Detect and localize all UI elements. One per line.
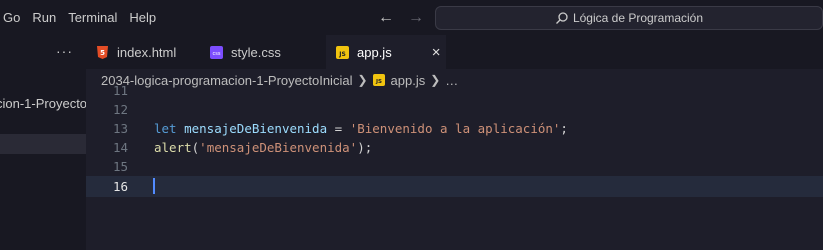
- explorer-folder-item[interactable]: cion-1-Proyectolnicial: [0, 93, 86, 115]
- line-number: 11: [112, 83, 128, 98]
- code-line: 15: [86, 157, 823, 176]
- search-icon: [555, 11, 569, 25]
- tab-label: index.html: [117, 44, 177, 60]
- svg-text:5: 5: [100, 49, 105, 57]
- tab-app-js[interactable]: JS app.js ×: [326, 35, 446, 69]
- explorer-sidebar: ··· cion-1-Proyectolnicial: [0, 35, 86, 250]
- line-number: 13: [112, 121, 128, 136]
- line-number: 14: [112, 140, 128, 155]
- css-file-icon: css: [210, 45, 223, 59]
- editor-tabs: 5 index.html css style.css JS app.js ×: [86, 35, 823, 69]
- explorer-folder-label: cion-1-Proyectolnicial: [0, 96, 86, 111]
- code-line: 11: [86, 81, 823, 100]
- more-actions-icon[interactable]: ···: [56, 43, 73, 59]
- code-text: let mensajeDeBienvenida = 'Bienvenido a …: [154, 121, 568, 136]
- navigation-arrows: ← →: [378, 0, 424, 35]
- title-bar: Go Run Terminal Help ← → Lógica de Progr…: [0, 0, 823, 35]
- js-file-icon: JS: [336, 45, 349, 59]
- back-arrow-icon[interactable]: ←: [378, 9, 394, 27]
- text-cursor: [153, 178, 155, 194]
- code-text: alert('mensajeDeBienvenida');: [154, 140, 373, 155]
- menu-terminal[interactable]: Terminal: [62, 0, 123, 35]
- svg-text:JS: JS: [338, 51, 346, 58]
- menu-help[interactable]: Help: [123, 0, 162, 35]
- line-number: 16: [112, 179, 128, 194]
- line-number: 12: [112, 102, 128, 117]
- tab-label: style.css: [231, 44, 281, 60]
- menu-run[interactable]: Run: [26, 0, 62, 35]
- tab-style-css[interactable]: css style.css: [200, 35, 326, 69]
- command-center-search[interactable]: Lógica de Programación: [435, 6, 823, 30]
- search-label: Lógica de Programación: [572, 11, 704, 25]
- menu-go[interactable]: Go: [0, 0, 26, 35]
- svg-text:css: css: [213, 51, 221, 57]
- code-line: 12: [86, 100, 823, 119]
- forward-arrow-icon[interactable]: →: [408, 9, 424, 27]
- code-line: 13 let mensajeDeBienvenida = 'Bienvenido…: [86, 119, 823, 138]
- explorer-selected-row[interactable]: [0, 134, 86, 154]
- close-icon[interactable]: ×: [432, 44, 441, 61]
- html-file-icon: 5: [96, 45, 109, 59]
- tab-index-html[interactable]: 5 index.html: [86, 35, 200, 69]
- tab-label: app.js: [357, 44, 392, 60]
- code-line: 14 alert('mensajeDeBienvenida');: [86, 138, 823, 157]
- code-editor[interactable]: 11 12 13 let mensajeDeBienvenida = 'Bien…: [86, 83, 823, 250]
- menu-bar: Go Run Terminal Help: [0, 0, 162, 35]
- current-line: 16: [86, 176, 823, 197]
- line-number: 15: [112, 159, 128, 174]
